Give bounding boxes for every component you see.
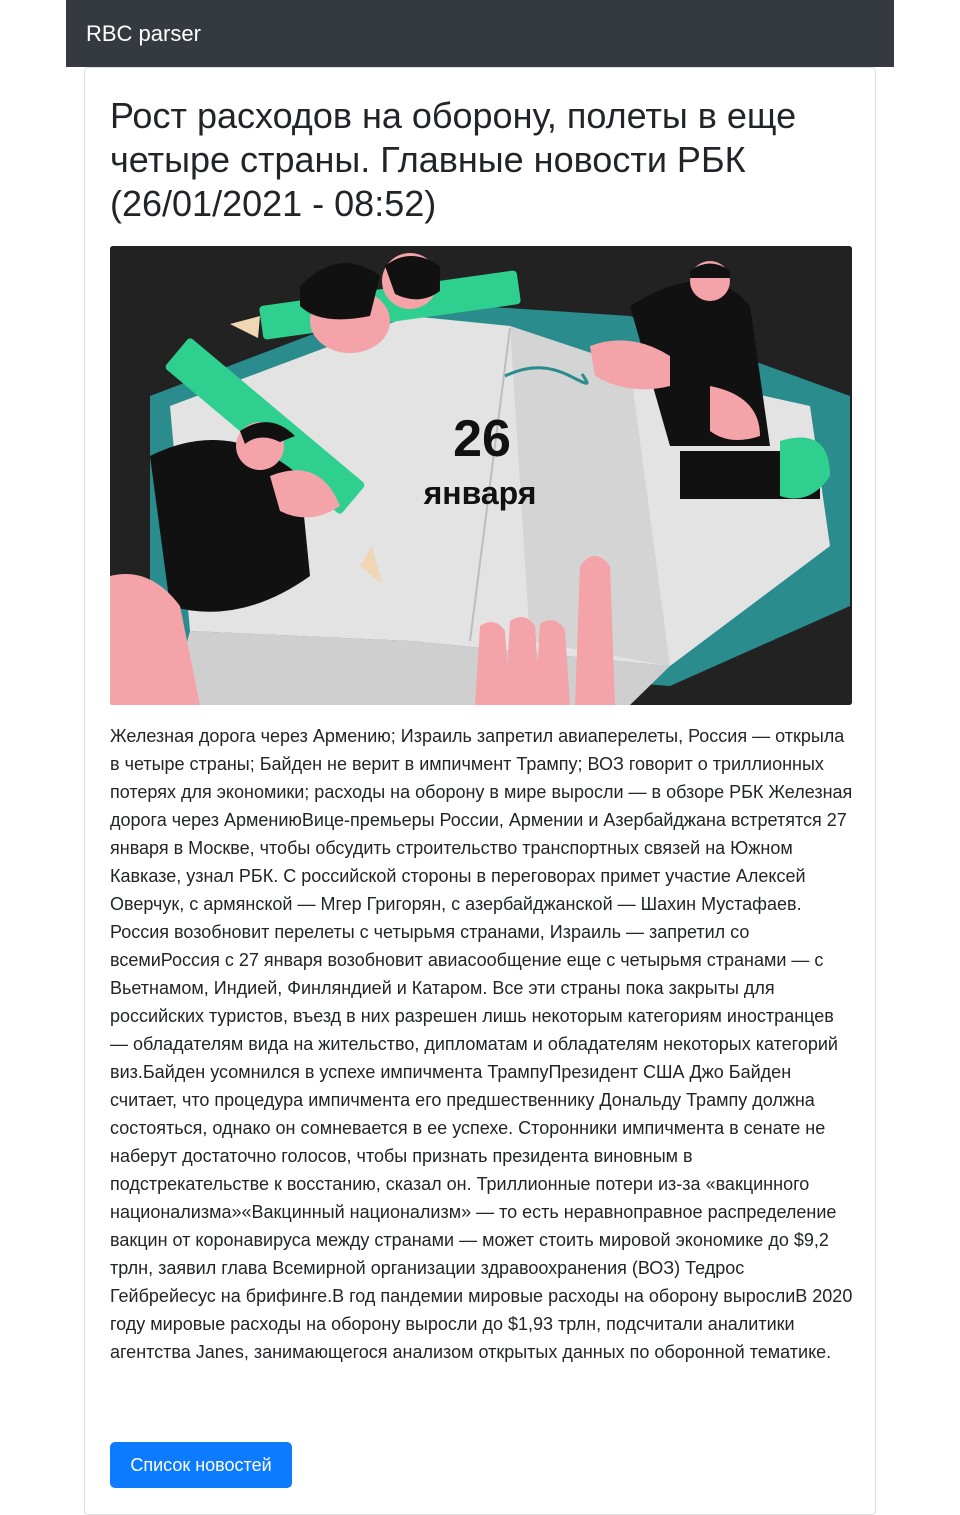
article-title: Рост расходов на оборону, полеты в еще ч… xyxy=(110,95,797,224)
article-body: Железная дорога через Армению; Израиль з… xyxy=(110,726,853,1362)
news-list-button[interactable]: Список новостей xyxy=(110,1442,292,1488)
image-day-text: 26 xyxy=(453,410,511,468)
article-image: 26 января xyxy=(110,246,852,705)
article-card: Рост расходов на оборону, полеты в еще ч… xyxy=(84,67,876,1515)
navbar-brand[interactable]: RBC parser xyxy=(86,22,201,45)
image-month-text: января xyxy=(423,475,537,511)
illustration: 26 января xyxy=(110,246,852,705)
top-navbar: RBC parser xyxy=(66,0,894,67)
